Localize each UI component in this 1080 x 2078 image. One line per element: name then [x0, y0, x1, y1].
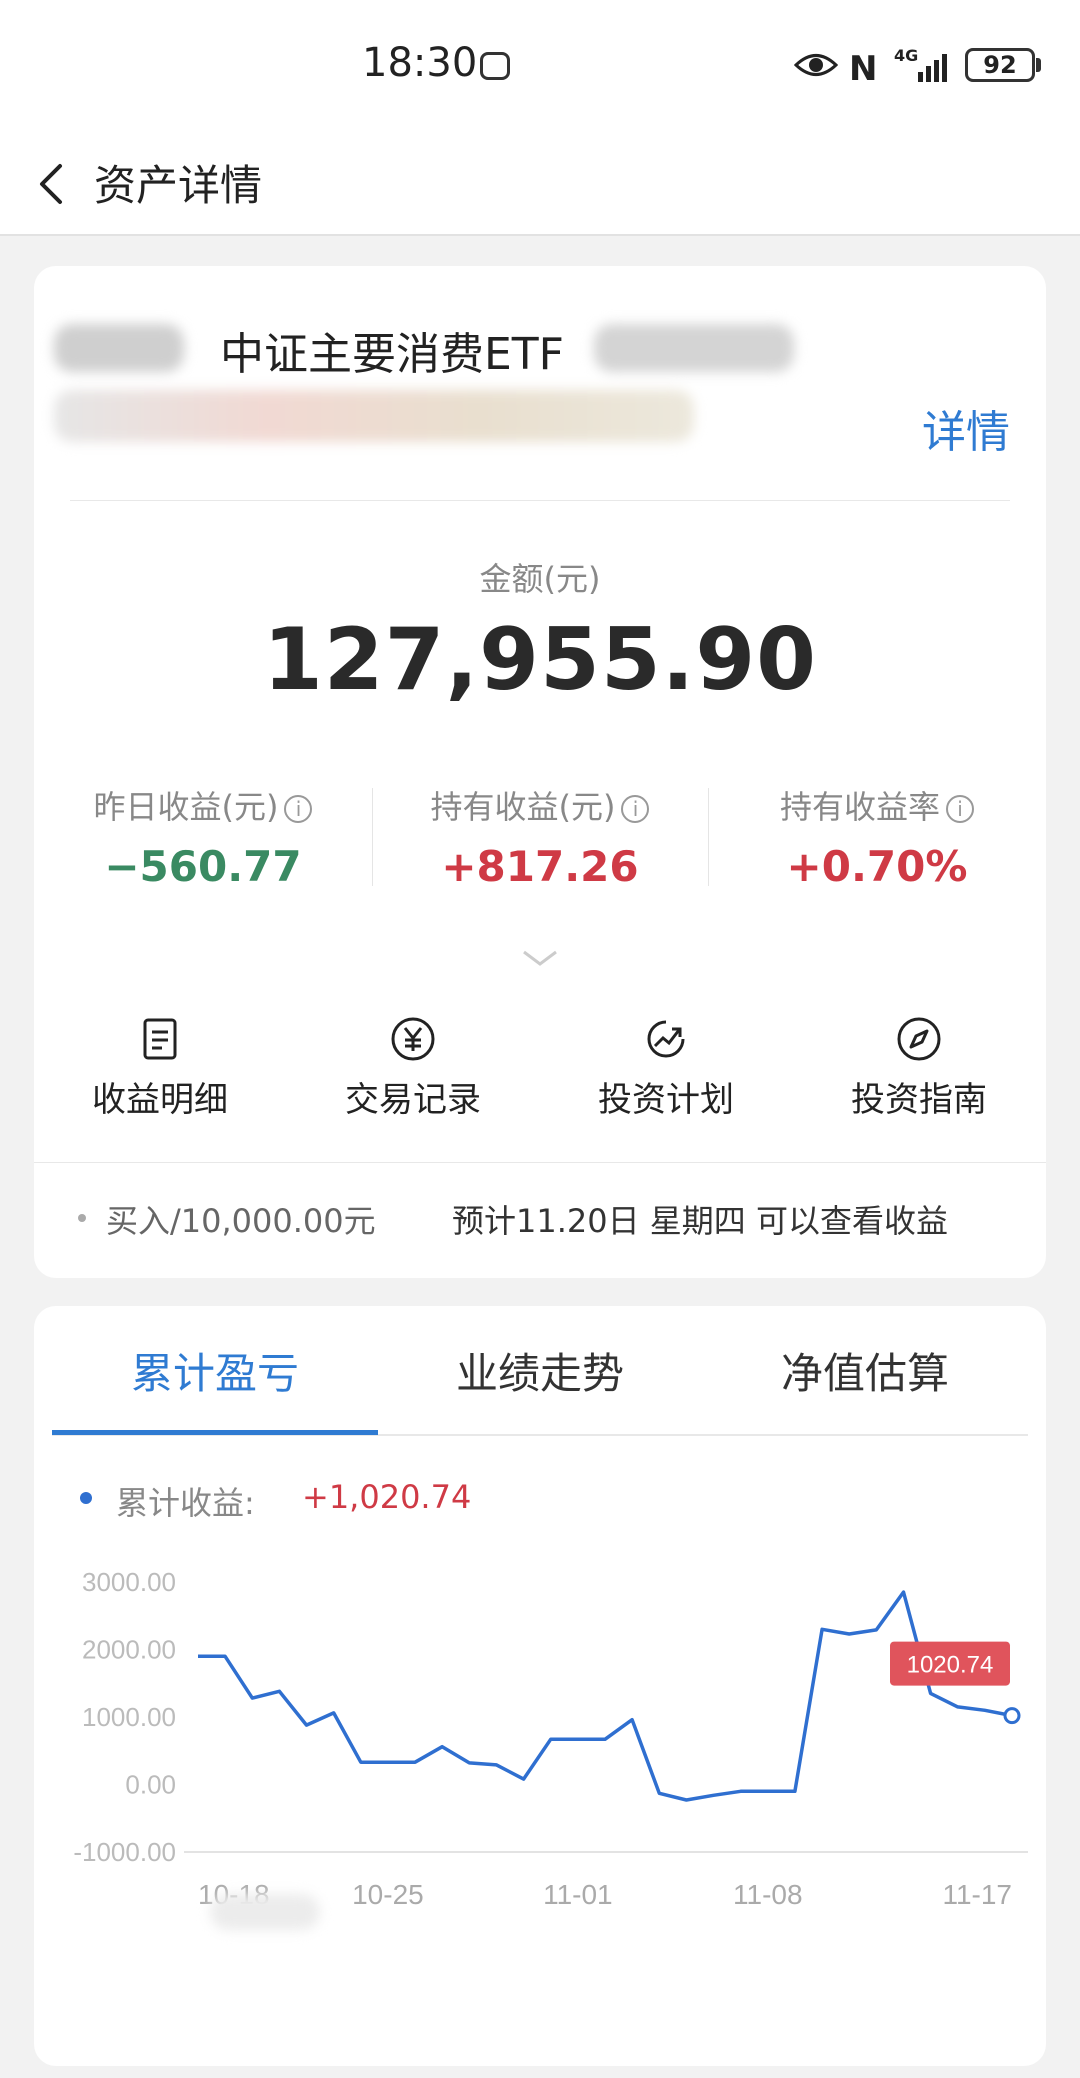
action-label: 投资计划	[598, 1080, 734, 1120]
action-investment-guide[interactable]: 投资指南	[819, 1016, 1019, 1121]
y-tick-label: -1000.00	[73, 1837, 176, 1867]
y-tick-label: 3000.00	[82, 1567, 176, 1597]
x-tick-label: 11-08	[733, 1879, 803, 1910]
x-tick-label: 10-25	[352, 1879, 424, 1910]
amount-value: 127,955.90	[262, 610, 818, 710]
series-line	[198, 1590, 1013, 1802]
stat-value: +0.70%	[786, 842, 968, 891]
stat-holding-rate: 持有收益率 i +0.70%	[712, 782, 1042, 891]
redacted-area	[54, 390, 694, 442]
y-tick-label: 1000.00	[82, 1702, 176, 1732]
status-bar: 18:30 N 4G 92	[0, 0, 1080, 132]
document-icon	[143, 1018, 177, 1060]
chart-card: 累计盈亏 业绩走势 净值估算 累计收益: +1,020.74 3000.00 20…	[34, 1306, 1046, 2066]
stat-yesterday-income: 昨日收益(元) i −560.77	[38, 782, 368, 891]
stat-label: 昨日收益(元)	[93, 788, 279, 826]
redacted-area	[54, 324, 184, 372]
tab-nav-estimate[interactable]: 净值估算	[702, 1340, 1028, 1401]
back-icon[interactable]	[32, 154, 72, 214]
wechat-notification-icon	[480, 52, 510, 80]
expected-income-date: 预计11.20日 星期四 可以查看收益	[452, 1202, 948, 1240]
redacted-area	[210, 1894, 320, 1930]
redacted-area	[594, 324, 794, 372]
eye-icon	[794, 54, 838, 76]
nfc-icon: N	[849, 49, 878, 89]
divider	[34, 1162, 1046, 1163]
stat-holding-income: 持有收益(元) i +817.26	[375, 782, 705, 891]
action-label: 交易记录	[345, 1080, 481, 1120]
info-icon[interactable]: i	[946, 795, 974, 823]
action-investment-plan[interactable]: 投资计划	[566, 1016, 766, 1121]
status-time: 18:30	[362, 40, 478, 86]
stat-value: +817.26	[441, 842, 639, 891]
x-tick-label: 11-17	[942, 1879, 1012, 1910]
trend-icon	[647, 1020, 685, 1058]
tab-active-indicator	[52, 1430, 378, 1435]
page-title: 资产详情	[94, 161, 263, 210]
x-tick-label: 11-01	[543, 1879, 613, 1910]
signal-icon	[918, 54, 947, 82]
compass-icon	[897, 1017, 941, 1061]
cumulative-pnl-chart: 3000.002000.001000.000.00-1000.0010-1810…	[73, 1567, 1028, 1910]
tab-cumulative-pnl[interactable]: 累计盈亏	[52, 1340, 378, 1401]
legend-value: +1,020.74	[302, 1478, 472, 1516]
legend-label: 累计收益:	[116, 1484, 255, 1522]
tab-performance-trend[interactable]: 业绩走势	[377, 1340, 703, 1401]
network-type-icon: 4G	[894, 46, 919, 65]
y-tick-label: 2000.00	[82, 1635, 176, 1665]
purchase-text: 买入/10,000.00元	[106, 1202, 376, 1240]
chevron-down-icon[interactable]	[520, 948, 560, 970]
last-point-marker	[1003, 1707, 1021, 1725]
detail-link[interactable]: 详情	[922, 396, 1010, 460]
y-tick-label: 0.00	[125, 1770, 176, 1800]
action-transaction-record[interactable]: 交易记录	[313, 1016, 513, 1121]
divider	[372, 788, 373, 886]
legend-dot	[80, 1492, 92, 1504]
fund-name: 中证主要消费ETF	[220, 329, 564, 380]
divider	[708, 788, 709, 886]
stat-value: −560.77	[104, 842, 302, 891]
battery-tip	[1036, 58, 1041, 72]
info-icon[interactable]: i	[284, 795, 313, 823]
yuan-icon	[391, 1017, 435, 1061]
info-icon[interactable]: i	[621, 795, 650, 823]
stat-label: 持有收益(元)	[430, 788, 616, 826]
navigation-bar: 资产详情	[0, 132, 1080, 236]
action-label: 投资指南	[851, 1080, 987, 1120]
stat-label: 持有收益率	[779, 788, 940, 826]
action-label: 收益明细	[92, 1080, 228, 1120]
bullet-icon	[78, 1214, 86, 1222]
divider	[70, 500, 1010, 501]
last-value-label: 1020.74	[907, 1652, 994, 1679]
battery-icon: 92	[965, 48, 1035, 82]
amount-label: 金额(元)	[479, 560, 601, 598]
action-income-detail[interactable]: 收益明细	[60, 1016, 260, 1121]
asset-summary-card: 中证主要消费ETF 详情 金额(元) 127,955.90 昨日收益(元) i −…	[34, 266, 1046, 1278]
